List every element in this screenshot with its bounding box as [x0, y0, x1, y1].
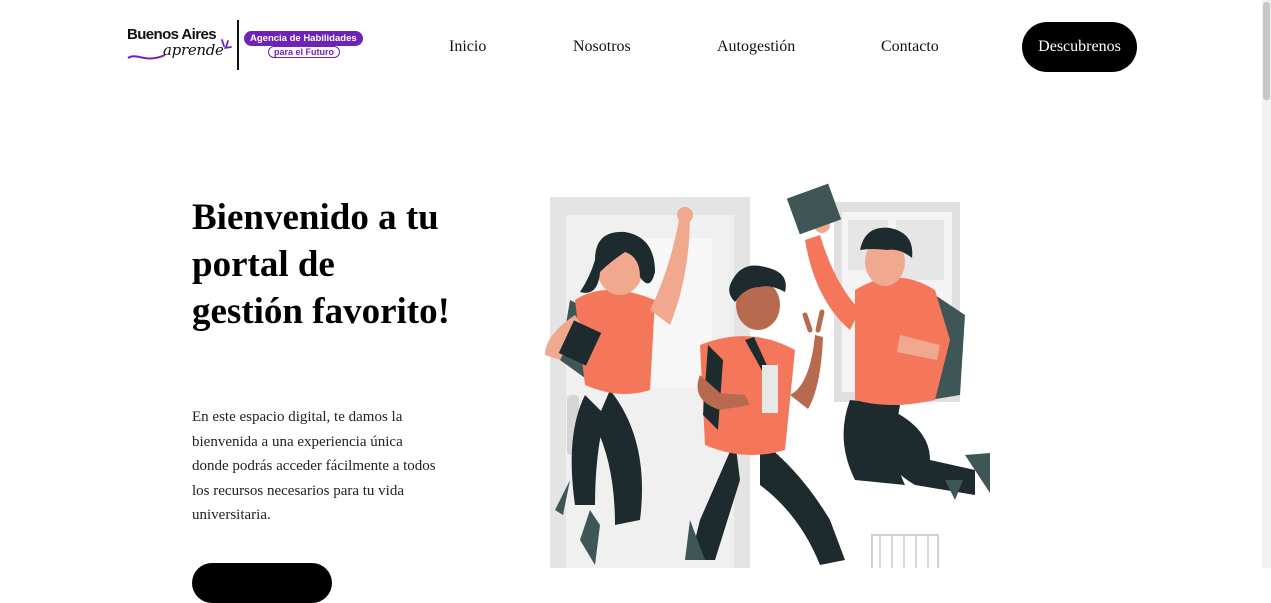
agency-badge-sub: para el Futuro	[268, 46, 341, 58]
nav-autogestion[interactable]: Autogestión	[717, 38, 795, 56]
brand-logo[interactable]: Buenos Aires aprende Agencia de Habilida…	[127, 20, 367, 72]
students-illustration	[545, 183, 990, 568]
hero-title: Bienvenido a tu portal de gestión favori…	[192, 197, 450, 332]
swoosh-icon	[127, 54, 166, 60]
scrollbar-thumb[interactable]	[1263, 2, 1270, 100]
brand-name-line2: aprende	[163, 41, 224, 59]
nav-contacto[interactable]: Contacto	[881, 38, 939, 56]
hero-description: En este espacio digital, te damos la bie…	[192, 409, 436, 523]
nav-nosotros[interactable]: Nosotros	[573, 38, 631, 56]
hero-action-button[interactable]	[192, 563, 332, 603]
page-scrollbar[interactable]	[1262, 0, 1271, 568]
logo-divider	[237, 20, 239, 70]
agency-badge: Agencia de Habilidades	[244, 31, 363, 46]
sparkle-icon	[221, 39, 232, 49]
nav-inicio[interactable]: Inicio	[449, 38, 486, 56]
descubrenos-button[interactable]: Descubrenos	[1022, 22, 1137, 72]
